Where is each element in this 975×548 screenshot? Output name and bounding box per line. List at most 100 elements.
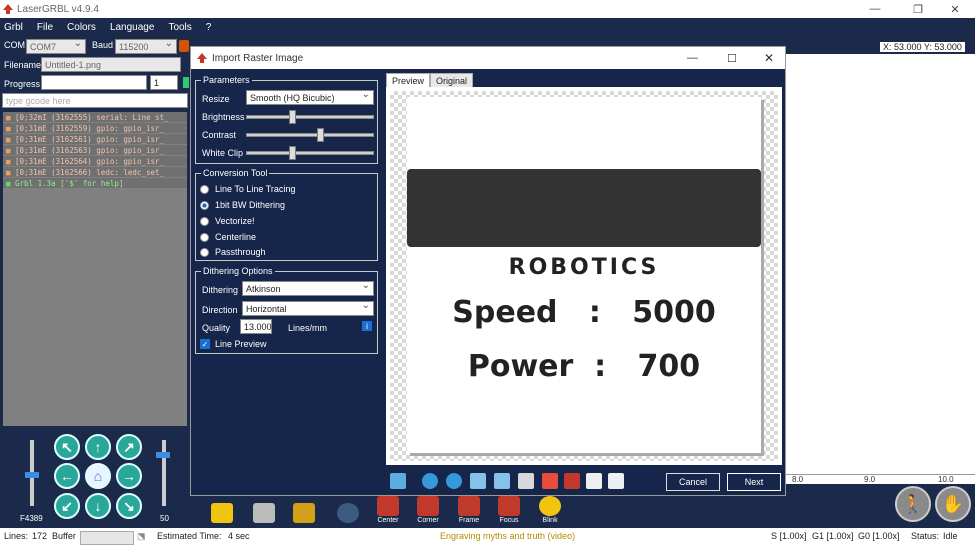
jog-e-button[interactable]: → (116, 463, 142, 489)
frame-icon (458, 496, 480, 516)
preview-canvas[interactable] (786, 54, 975, 474)
minimize-icon[interactable]: — (687, 52, 698, 64)
close-icon[interactable]: ✕ (764, 51, 774, 65)
direction-select[interactable]: Horizontal (242, 300, 374, 316)
baud-select[interactable]: 115200 (115, 38, 177, 54)
console-log[interactable]: [0;32mI (3162555) serial: Line st_ [0;31… (3, 112, 187, 426)
menu-file[interactable]: File (37, 22, 53, 33)
ruler-tick: 9.0 (864, 475, 876, 484)
step-label: 50 (160, 514, 169, 523)
jog-se-button[interactable]: ↘ (116, 493, 142, 519)
jog-sw-button[interactable]: ↙ (54, 493, 80, 519)
close-icon[interactable]: ✕ (935, 0, 975, 18)
console-line: [0;31mE (3162563) gpio: gpio_isr_ (3, 145, 187, 156)
step-slider-knob[interactable] (156, 452, 170, 458)
copies-stepper[interactable]: 1 (150, 75, 178, 90)
gcode-input[interactable]: type gcode here (2, 93, 188, 108)
rotate-left-icon[interactable] (422, 473, 438, 489)
corner-label: Corner (417, 517, 439, 524)
dithering-select[interactable]: Atkinson (242, 280, 374, 296)
jog-n-button[interactable]: ↑ (85, 434, 111, 460)
center-button[interactable]: Center (370, 492, 406, 524)
overview-tool-button[interactable] (246, 492, 282, 524)
crop-icon[interactable] (518, 473, 534, 489)
video-link[interactable]: Engraving myths and truth (video) (440, 531, 575, 541)
lightning-icon (211, 503, 233, 523)
radio-centerline[interactable]: Centerline (200, 232, 256, 242)
contrast-slider[interactable] (246, 128, 374, 142)
invert-icon[interactable] (586, 473, 602, 489)
next-button[interactable]: Next (727, 473, 781, 491)
home-icon[interactable]: ⌂ (85, 463, 111, 489)
menu-grbl[interactable]: Grbl (4, 22, 23, 33)
whiteclip-knob[interactable] (289, 146, 296, 160)
corner-icon (417, 496, 439, 516)
blink-button[interactable]: Blink (532, 492, 568, 524)
run-icon[interactable] (183, 77, 189, 88)
resize-select[interactable]: Smooth (HQ Bicubic) (246, 89, 374, 105)
maximize-icon[interactable]: ❐ (898, 0, 938, 18)
globe-tool-button[interactable] (330, 492, 366, 524)
eraser-icon[interactable] (564, 473, 580, 489)
status-bar: Lines: 172 Buffer ⬔ Estimated Time: 4 se… (0, 528, 975, 548)
status-value: Idle (943, 531, 958, 541)
parameters-group: Parameters Resize Smooth (HQ Bicubic) Br… (195, 75, 378, 164)
jog-nw-button[interactable]: ↖ (54, 434, 80, 460)
com-select[interactable]: COM7 (26, 38, 86, 54)
tab-preview[interactable]: Preview (386, 73, 431, 88)
menubar: Grbl File Colors Language Tools ? (0, 18, 975, 36)
status-label: Status: (911, 531, 940, 541)
quality-stepper[interactable]: 13.000 (240, 319, 272, 334)
lock-icon (293, 503, 315, 523)
info-icon[interactable]: i (362, 321, 372, 331)
lock-tool-button[interactable] (286, 492, 322, 524)
whiteclip-slider[interactable] (246, 146, 374, 160)
radio-passthrough[interactable]: Passthrough (200, 247, 266, 257)
maximize-icon[interactable]: ☐ (727, 52, 737, 65)
minimize-icon[interactable]: — (855, 0, 895, 18)
jog-w-button[interactable]: ← (54, 463, 80, 489)
brightness-slider[interactable] (246, 110, 374, 124)
connect-icon[interactable] (179, 40, 189, 52)
step-slider[interactable] (162, 440, 166, 506)
corner-button[interactable]: Corner (410, 492, 446, 524)
contrast-knob[interactable] (316, 128, 324, 142)
autotrim-icon[interactable] (542, 473, 558, 489)
jog-ne-button[interactable]: ↗ (116, 434, 142, 460)
focus-button[interactable]: Focus (491, 492, 527, 524)
brightness-knob[interactable] (289, 110, 296, 124)
tab-original[interactable]: Original (430, 73, 474, 88)
grayscale-icon[interactable] (608, 473, 624, 489)
menu-language[interactable]: Language (110, 22, 155, 33)
filename-field[interactable]: Untitled-1.png (41, 57, 181, 72)
progress-label: Progress (4, 79, 41, 89)
preview-image: ROBOTICS Speed : 5000 Power : 700 (407, 97, 761, 453)
flip-horizontal-icon[interactable] (470, 473, 486, 489)
cancel-button[interactable]: Cancel (666, 473, 720, 491)
dithering-title: Dithering Options (201, 266, 275, 276)
direction-value: Horizontal (246, 303, 287, 314)
radio-1bit-dithering[interactable]: 1bit BW Dithering (200, 200, 285, 210)
walk-icon[interactable]: 🚶 (895, 486, 931, 522)
radio-vectorize[interactable]: Vectorize! (200, 216, 255, 226)
feed-slider-knob[interactable] (25, 472, 39, 478)
frame-button[interactable]: Frame (451, 492, 487, 524)
rotate-right-icon[interactable] (446, 473, 462, 489)
baud-value: 115200 (119, 41, 149, 52)
dialog-title: Import Raster Image (212, 52, 304, 64)
gcode-placeholder: type gcode here (6, 95, 71, 106)
menu-help[interactable]: ? (206, 22, 212, 33)
console-line-ok: Grbl 1.3a ['$' for help] (3, 178, 187, 189)
line-preview-checkbox[interactable]: ✓ Line Preview (200, 339, 267, 349)
reload-icon[interactable] (390, 473, 406, 489)
image-text-robotics: ROBOTICS (508, 255, 660, 280)
stop-hand-icon[interactable]: ✋ (935, 486, 971, 522)
quality-label: Quality (202, 323, 231, 333)
power-tool-button[interactable] (204, 492, 240, 524)
radio-line-to-line[interactable]: Line To Line Tracing (200, 184, 295, 194)
menu-tools[interactable]: Tools (168, 22, 191, 33)
radio-circle (200, 247, 209, 257)
menu-colors[interactable]: Colors (67, 22, 96, 33)
flip-vertical-icon[interactable] (494, 473, 510, 489)
jog-s-button[interactable]: ↓ (85, 493, 111, 519)
